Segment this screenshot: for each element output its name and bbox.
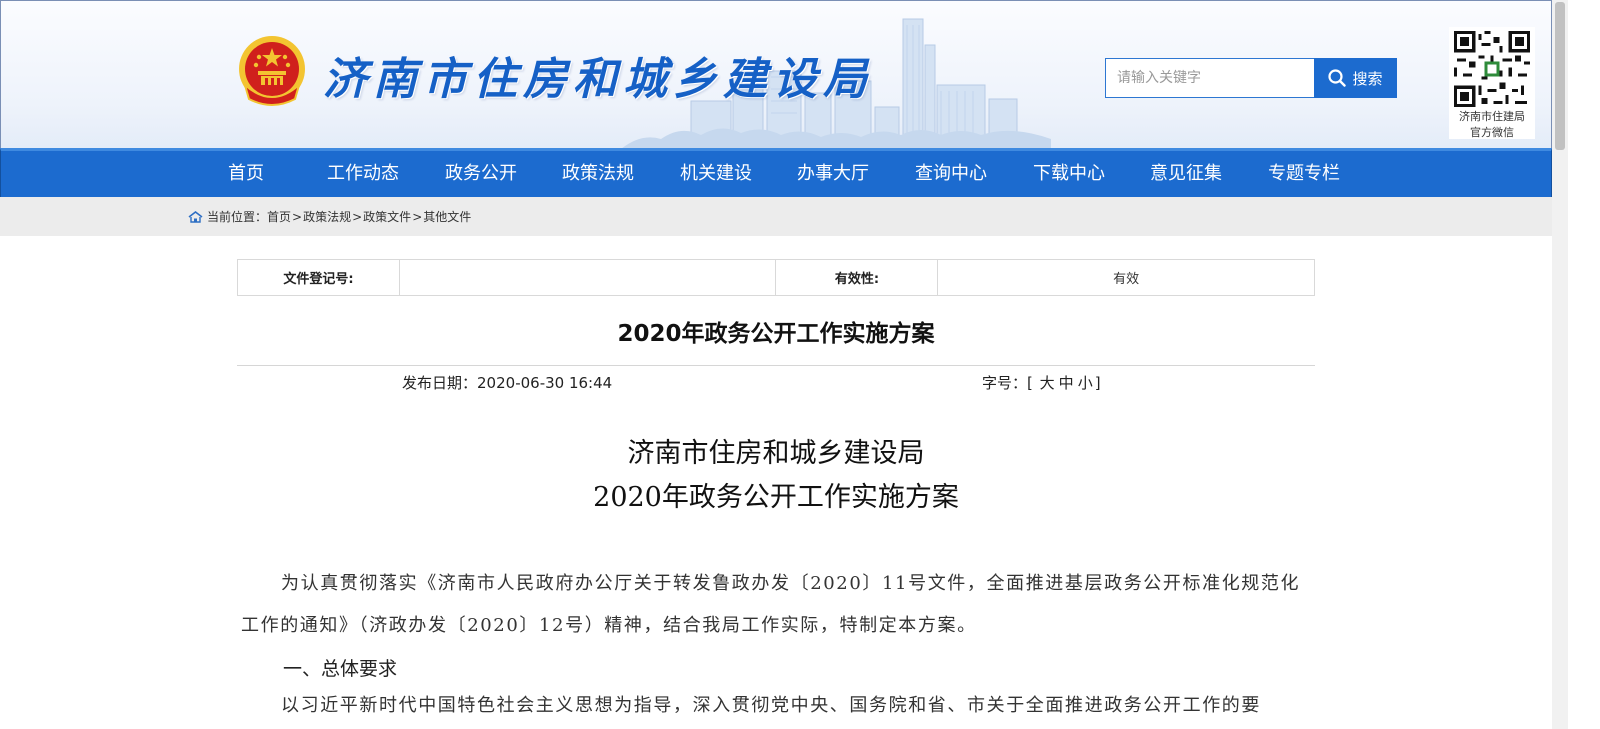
breadcrumb-link-policy[interactable]: 政策法规 bbox=[303, 208, 351, 225]
body-title-line1: 济南市住房和城乡建设局 bbox=[627, 438, 925, 469]
nav-item-download-center[interactable]: 下载中心 bbox=[1033, 151, 1105, 197]
font-size-label: 字号： bbox=[982, 374, 1028, 392]
main-nav: 首页 工作动态 政务公开 政策法规 机关建设 办事大厅 查询中心 下载中心 意见… bbox=[0, 148, 1552, 197]
window-gutter bbox=[1568, 0, 1600, 729]
national-emblem-logo bbox=[239, 36, 305, 106]
nav-item-organ-building[interactable]: 机关建设 bbox=[680, 151, 752, 197]
breadcrumb-link-policy-docs[interactable]: 政策文件 bbox=[363, 208, 411, 225]
home-icon bbox=[188, 210, 203, 223]
article-paragraph-2: 以习近平新时代中国特色社会主义思想为指导，深入贯彻党中央、国务院和省、市关于全面… bbox=[281, 695, 1261, 716]
validity-value: 有效 bbox=[937, 259, 1315, 296]
font-size-switcher: 字号：[ 大中小] bbox=[982, 372, 1101, 393]
search-button[interactable]: 搜索 bbox=[1314, 58, 1397, 98]
nav-item-policy[interactable]: 政策法规 bbox=[562, 151, 634, 197]
publish-date: 发布日期：2020-06-30 16:44 bbox=[402, 372, 612, 393]
nav-item-gov-affairs[interactable]: 政务公开 bbox=[445, 151, 517, 197]
search-button-label: 搜索 bbox=[1352, 69, 1383, 88]
search-icon bbox=[1328, 69, 1347, 87]
qr-caption-line2: 官方微信 bbox=[1470, 126, 1514, 139]
breadcrumb-separator: > bbox=[412, 209, 423, 224]
search-input[interactable] bbox=[1105, 58, 1315, 98]
body-title-line2: 2020年政务公开工作实施方案 bbox=[593, 482, 959, 513]
breadcrumb-bar: 当前位置： 首页 > 政策法规 > 政策文件 > 其他文件 bbox=[0, 197, 1552, 236]
page-scrollbar[interactable] bbox=[1552, 0, 1568, 729]
wechat-qr-code bbox=[1454, 31, 1530, 107]
nav-item-opinion[interactable]: 意见征集 bbox=[1150, 151, 1222, 197]
reg-number-label: 文件登记号: bbox=[237, 259, 400, 296]
breadcrumb-link-home[interactable]: 首页 bbox=[267, 208, 291, 225]
nav-item-service-hall[interactable]: 办事大厅 bbox=[797, 151, 869, 197]
site-header: 济南市住房和城乡建设局 搜索 bbox=[0, 0, 1552, 148]
nav-item-special-topics[interactable]: 专题专栏 bbox=[1268, 151, 1340, 197]
breadcrumb-prefix: 当前位置： bbox=[207, 210, 268, 224]
breadcrumb: 当前位置： 首页 > 政策法规 > 政策文件 > 其他文件 bbox=[188, 208, 471, 225]
nav-item-work-news[interactable]: 工作动态 bbox=[327, 151, 399, 197]
title-divider bbox=[237, 365, 1315, 366]
reg-number-value bbox=[398, 259, 777, 296]
section-heading-1: 一、总体要求 bbox=[283, 658, 398, 680]
site-title: 济南市住房和城乡建设局 bbox=[323, 54, 873, 105]
font-size-bracket-open: [ bbox=[1027, 374, 1033, 392]
breadcrumb-link-other-docs[interactable]: 其他文件 bbox=[423, 208, 471, 225]
font-size-large-link[interactable]: 大 bbox=[1040, 374, 1055, 392]
nav-item-query-center[interactable]: 查询中心 bbox=[915, 151, 987, 197]
breadcrumb-separator: > bbox=[352, 209, 363, 224]
article-body-title: 济南市住房和城乡建设局 2020年政务公开工作实施方案 bbox=[237, 432, 1315, 520]
doc-info-table: 文件登记号: 有效性: 有效 bbox=[237, 259, 1315, 296]
font-size-small-link[interactable]: 小 bbox=[1078, 374, 1093, 392]
article-title: 2020年政务公开工作实施方案 bbox=[617, 321, 935, 347]
wechat-qr-block: 济南市住建局 官方微信 bbox=[1449, 27, 1535, 139]
article-paragraph-1: 为认真贯彻落实《济南市人民政府办公厅关于转发鲁政办发〔2020〕11号文件，全面… bbox=[241, 573, 1301, 636]
breadcrumb-separator: > bbox=[292, 209, 303, 224]
scrollbar-thumb[interactable] bbox=[1555, 2, 1565, 150]
publish-date-value: 2020-06-30 16:44 bbox=[477, 374, 613, 392]
font-size-bracket-close: ] bbox=[1094, 374, 1101, 392]
font-size-medium-link[interactable]: 中 bbox=[1059, 374, 1074, 392]
nav-item-home[interactable]: 首页 bbox=[228, 151, 264, 197]
validity-label: 有效性: bbox=[775, 259, 939, 296]
qr-caption-line1: 济南市住建局 bbox=[1459, 110, 1525, 123]
publish-date-label: 发布日期： bbox=[402, 374, 478, 392]
